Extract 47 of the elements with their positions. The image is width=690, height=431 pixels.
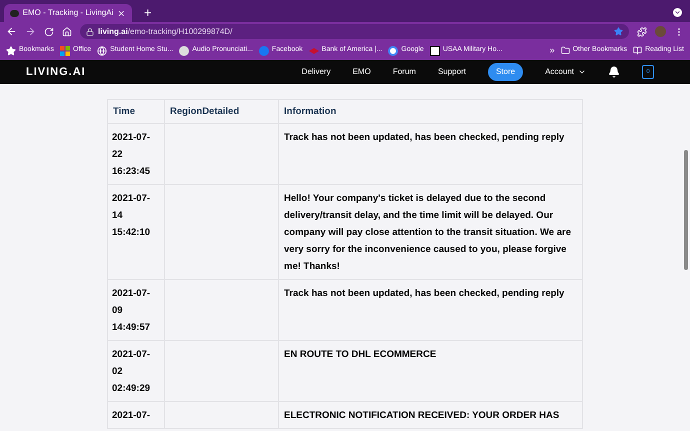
nav-link[interactable]: Delivery: [302, 66, 331, 78]
information-cell: Hello! Your company's ticket is delayed due to the second delivery/transit delay, and the time limit will be delayed. Our company will pay close attention to the transit situation. We are very sorry for the inconvenience caused to you, please forgive me! Thanks!: [278, 184, 582, 280]
site-logo[interactable]: LIVING.AI: [26, 64, 86, 80]
globe-icon: [97, 46, 108, 56]
url-text: living.ai/emo-tracking/H100299874D/: [98, 26, 234, 38]
extensions-icon[interactable]: [637, 26, 647, 36]
flag-icon: [308, 48, 319, 54]
star-icon[interactable]: [614, 27, 623, 36]
nav-link[interactable]: EMO: [352, 66, 371, 78]
time-cell: 2021-07-09 14:49:57: [108, 280, 164, 340]
folder-icon: [560, 46, 570, 55]
new-tab-button[interactable]: +: [140, 4, 156, 22]
chevron-down-icon: [578, 68, 586, 76]
scrollbar-thumb[interactable]: [684, 150, 688, 270]
back-icon[interactable]: [6, 26, 17, 37]
column-header: Information: [278, 100, 582, 124]
information-cell: Track has not been updated, has been checked, pending reply: [278, 124, 582, 184]
information-cell: ELECTRONIC NOTIFICATION RECEIVED: YOUR ORDER HAS: [278, 402, 582, 428]
bell-icon[interactable]: [608, 66, 620, 78]
nav-link[interactable]: Support: [438, 66, 466, 78]
time-cell: 2021-07-14 15:42:10: [108, 184, 164, 280]
tab-search-icon[interactable]: [673, 8, 682, 17]
grid-icon: [60, 46, 70, 56]
time-cell: 2021-07-02 02:49:29: [108, 340, 164, 402]
more-bookmarks-button[interactable]: »: [550, 44, 555, 58]
forward-icon[interactable]: [25, 26, 36, 37]
time-cell: 2021-07-: [108, 402, 164, 428]
reload-icon[interactable]: [44, 26, 54, 36]
column-header: RegionDetailed: [164, 100, 278, 124]
star-icon: [6, 46, 16, 56]
google-icon: [388, 46, 398, 56]
square-icon: [430, 46, 440, 56]
column-header: Time: [108, 100, 164, 124]
book-icon: [633, 46, 642, 55]
information-cell: Track has not been updated, has been checked, pending reply: [278, 280, 582, 340]
information-cell: EN ROUTE TO DHL ECOMMERCE: [278, 340, 582, 402]
nav-link[interactable]: Forum: [392, 66, 416, 78]
tab-favicon-icon: [10, 10, 19, 16]
close-icon[interactable]: [117, 8, 126, 18]
lock-icon: [86, 28, 94, 36]
address-bar[interactable]: living.ai/emo-tracking/H100299874D/: [80, 24, 629, 39]
nav-link[interactable]: Account: [545, 66, 586, 78]
facebook-icon: [258, 46, 269, 56]
tab-title: EMO - Tracking - LivingAi: [22, 7, 114, 19]
home-icon[interactable]: [62, 26, 72, 36]
browser-tab[interactable]: EMO - Tracking - LivingAi: [4, 4, 132, 22]
time-cell: 2021-07-22 16:23:45: [108, 124, 164, 184]
